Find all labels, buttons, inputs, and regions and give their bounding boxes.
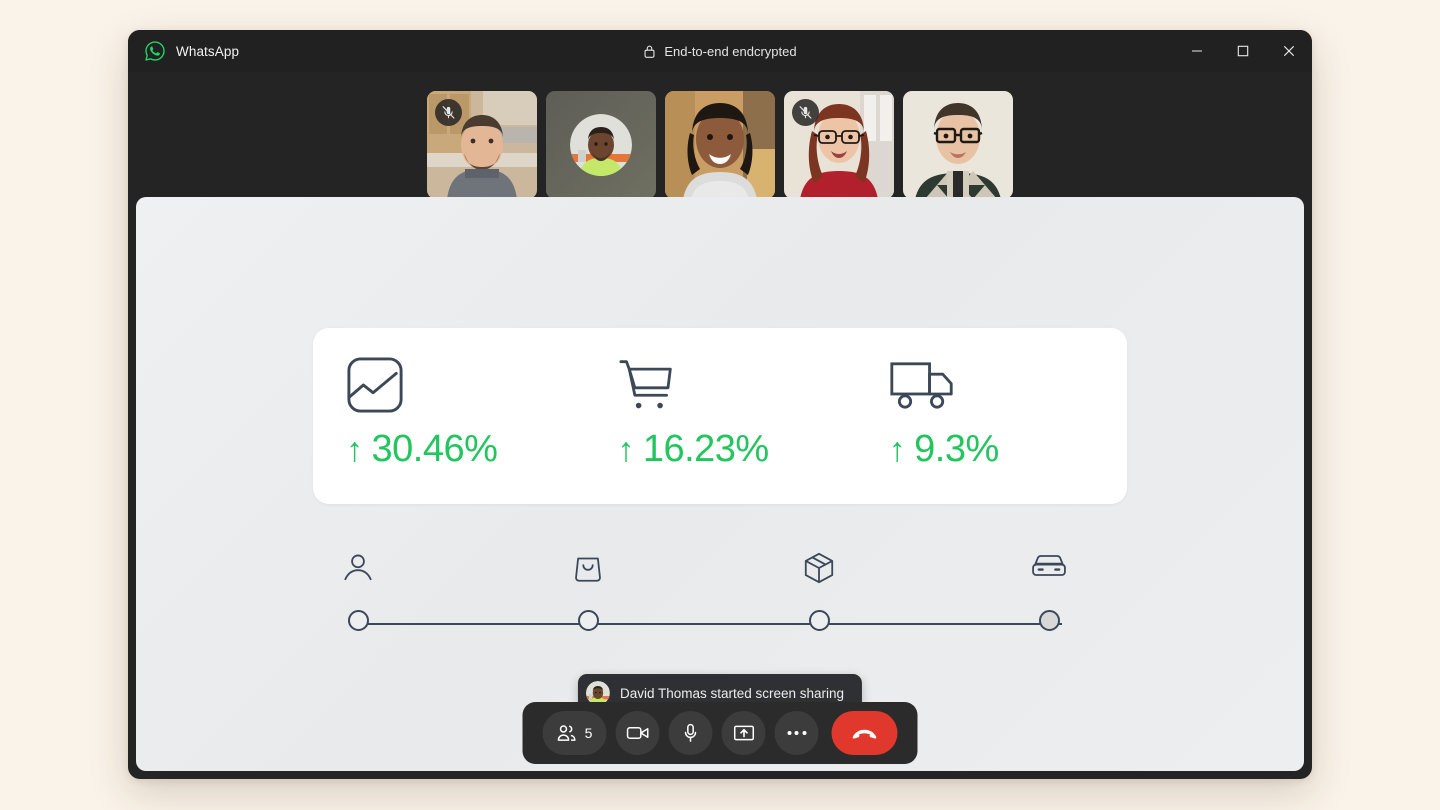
image-chart-icon xyxy=(346,354,584,416)
whatsapp-icon xyxy=(144,40,166,62)
more-options-icon xyxy=(787,731,806,735)
title-bar-left: WhatsApp xyxy=(128,40,428,62)
participant-filmstrip xyxy=(128,72,1312,217)
shopping-bag-icon xyxy=(572,551,604,583)
stepper-node-2[interactable] xyxy=(577,610,599,631)
encryption-indicator: End-to-end endcrypted xyxy=(428,44,1012,59)
microphone-muted-icon xyxy=(792,98,819,126)
metric-item: ↑ 30.46% xyxy=(313,328,584,504)
metric-value-row: ↑ 30.46% xyxy=(346,428,584,471)
share-screen-icon xyxy=(733,724,754,742)
person-icon xyxy=(342,551,374,583)
toast-message: David Thomas started screen sharing xyxy=(619,685,845,701)
lock-icon xyxy=(643,44,656,59)
people-icon xyxy=(557,724,578,742)
participants-button[interactable]: 5 xyxy=(542,711,607,755)
video-camera-icon xyxy=(626,725,649,741)
metrics-card: ↑ 30.46% ↑ 16.23% ↑ 9.3% xyxy=(313,328,1127,504)
share-screen-button[interactable] xyxy=(721,711,766,755)
package-box-icon xyxy=(802,551,836,585)
microphone-icon xyxy=(683,723,699,743)
metric-value-row: ↑ 16.23% xyxy=(617,428,855,471)
metric-value: 30.46% xyxy=(371,428,498,470)
metric-item: ↑ 16.23% xyxy=(584,328,855,504)
avatar xyxy=(570,113,632,176)
screen: WhatsApp End-to-end endcrypted ↑ 30.46% … xyxy=(0,0,1440,810)
microphone-button[interactable] xyxy=(668,711,713,755)
close-button[interactable] xyxy=(1266,30,1312,72)
title-bar: WhatsApp End-to-end endcrypted xyxy=(128,30,1312,72)
whatsapp-window: WhatsApp End-to-end endcrypted ↑ 30.46% … xyxy=(128,30,1312,779)
stepper-node-1[interactable] xyxy=(347,610,369,631)
minimize-button[interactable] xyxy=(1174,30,1220,72)
app-title: WhatsApp xyxy=(176,43,240,59)
end-call-button[interactable] xyxy=(831,711,898,755)
encryption-label: End-to-end endcrypted xyxy=(664,43,797,59)
stepper-node-4[interactable] xyxy=(1038,610,1060,631)
trend-up-icon: ↑ xyxy=(888,431,906,469)
trend-up-icon: ↑ xyxy=(617,431,634,469)
metric-value: 16.23% xyxy=(642,428,769,470)
trend-up-icon: ↑ xyxy=(346,431,363,469)
camera-button[interactable] xyxy=(615,711,660,755)
participant-video-5 xyxy=(903,90,1013,199)
stepper-icons xyxy=(344,547,1069,597)
delivery-truck-icon xyxy=(889,354,1127,416)
maximize-button[interactable] xyxy=(1220,30,1266,72)
participant-tile-3[interactable] xyxy=(665,90,775,199)
metric-value-row: ↑ 9.3% xyxy=(889,428,1127,471)
metric-item: ↑ 9.3% xyxy=(856,328,1127,504)
metric-value: 9.3% xyxy=(914,428,999,470)
participant-tile-2[interactable] xyxy=(546,90,656,199)
stepper-track xyxy=(358,623,1062,625)
car-icon xyxy=(1031,551,1067,580)
participant-tile-4[interactable] xyxy=(784,90,894,199)
shared-screen-content: ↑ 30.46% ↑ 16.23% ↑ 9.3% David Thomas st… xyxy=(136,197,1304,771)
shopping-cart-icon xyxy=(617,354,855,416)
stepper-node-3[interactable] xyxy=(808,610,830,631)
call-control-bar: 5 xyxy=(522,702,918,764)
order-progress-stepper xyxy=(344,547,1069,647)
participant-count: 5 xyxy=(584,725,593,741)
participant-tile-1[interactable] xyxy=(427,90,537,199)
microphone-muted-icon xyxy=(435,98,462,126)
participant-tile-5[interactable] xyxy=(903,90,1013,199)
window-controls xyxy=(1012,30,1312,72)
more-options-button[interactable] xyxy=(774,711,819,755)
end-call-icon xyxy=(851,725,879,742)
participant-video-3 xyxy=(665,90,775,199)
